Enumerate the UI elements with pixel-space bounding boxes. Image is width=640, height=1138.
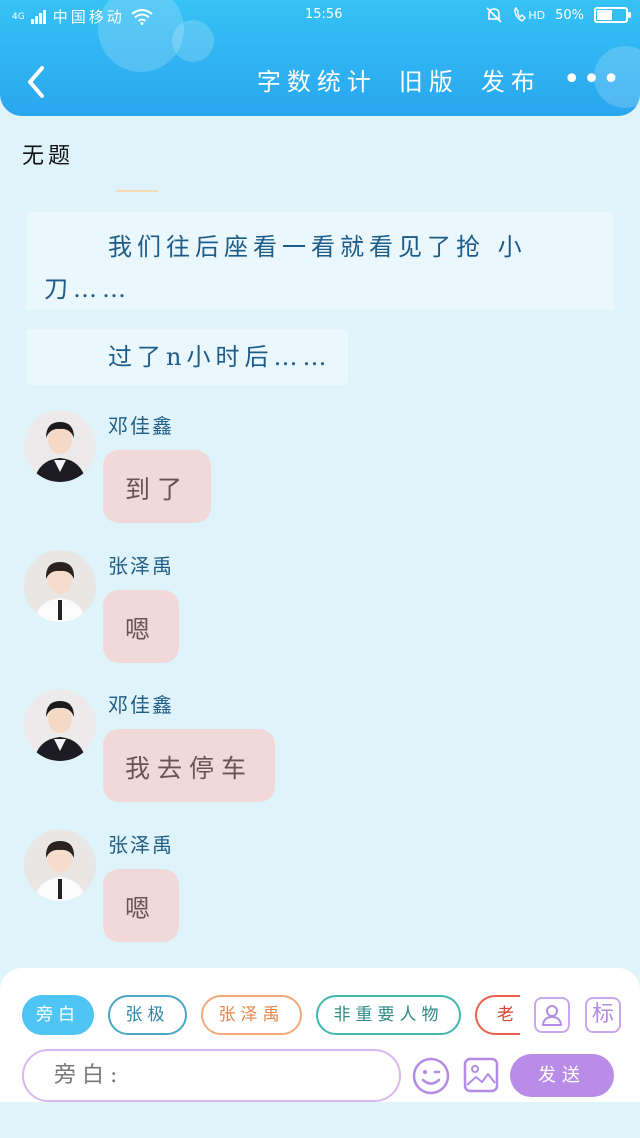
role-chip-zhangzeyu[interactable]: 张泽禹: [201, 995, 302, 1035]
hd-label: HD: [528, 8, 546, 22]
status-right: HD 50%: [485, 6, 631, 24]
publish-link[interactable]: 发布: [481, 62, 541, 97]
call-hd-icon: HD: [513, 7, 545, 23]
battery-icon: [594, 7, 631, 23]
role-chip-narrator[interactable]: 旁白: [22, 995, 94, 1035]
word-count-link[interactable]: 字数统计: [257, 62, 377, 97]
story-title[interactable]: 无题: [22, 138, 74, 170]
status-left: 4G 中国移动: [12, 6, 153, 27]
message-bubble[interactable]: 我去停车: [103, 729, 276, 802]
speaker-name: 张泽禹: [108, 833, 174, 857]
more-menu-button[interactable]: •••: [563, 64, 622, 95]
role-chip-minor-character[interactable]: 非重要人物: [316, 995, 461, 1035]
narration-block[interactable]: 我们往后座看一看就看见了抢 小刀……: [26, 212, 614, 310]
mute-bell-icon: [486, 7, 502, 23]
tag-icon[interactable]: 标: [585, 997, 621, 1033]
battery-percent: 50%: [555, 7, 584, 23]
avatar[interactable]: [24, 829, 96, 901]
title-divider: [116, 190, 158, 192]
message-bubble[interactable]: 嗯: [103, 590, 180, 663]
emoji-icon[interactable]: [411, 1056, 451, 1096]
top-header: 4G 中国移动 15:56 HD 50% 字数统计 旧版 发布 •••: [0, 0, 640, 116]
narration-text: 我们往后座看一看就看见了抢 小刀……: [44, 233, 527, 303]
message-bubble[interactable]: 到了: [103, 450, 212, 523]
character-manage-icon[interactable]: [534, 997, 570, 1033]
carrier-name: 中国移动: [52, 8, 125, 26]
signal-icon: [30, 9, 46, 24]
avatar[interactable]: [24, 410, 96, 482]
avatar[interactable]: [24, 689, 96, 761]
avatar[interactable]: [24, 550, 96, 622]
dialogue-input[interactable]: [22, 1049, 401, 1102]
bottom-strip: [0, 1102, 640, 1138]
status-time: 15:56: [305, 7, 343, 22]
role-chip-more[interactable]: 老: [475, 995, 520, 1035]
wifi-icon: [131, 8, 153, 25]
network-type: 4G: [12, 11, 25, 22]
status-bar: 4G 中国移动 15:56 HD 50%: [0, 0, 640, 32]
image-insert-icon[interactable]: [463, 1057, 499, 1093]
old-version-link[interactable]: 旧版: [399, 62, 459, 97]
speaker-name: 张泽禹: [108, 554, 174, 578]
narration-block[interactable]: 过了n小时后……: [26, 329, 348, 385]
narration-text: 过了n小时后……: [108, 343, 332, 371]
send-button[interactable]: 发送: [510, 1054, 614, 1097]
back-chevron-icon[interactable]: [22, 62, 50, 102]
speaker-name: 邓佳鑫: [108, 414, 174, 438]
battery-fill: [597, 10, 612, 20]
message-bubble[interactable]: 嗯: [103, 869, 180, 942]
speaker-name: 邓佳鑫: [108, 693, 174, 717]
header-actions: 字数统计 旧版 发布 •••: [257, 62, 622, 97]
role-chip-zhangji[interactable]: 张极: [108, 995, 187, 1035]
